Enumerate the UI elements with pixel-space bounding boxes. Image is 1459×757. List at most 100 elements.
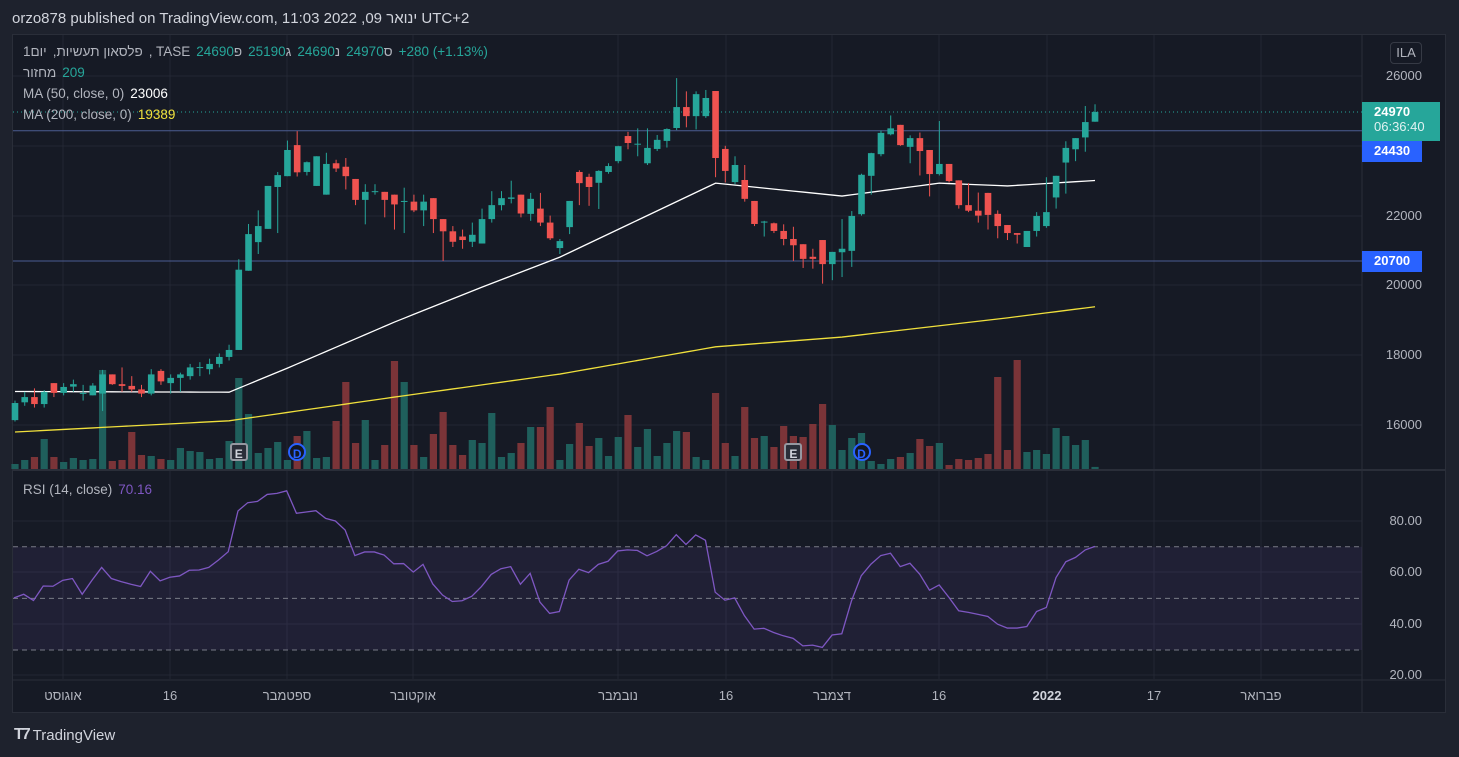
volume-bar	[750, 438, 759, 469]
candle-down	[342, 166, 350, 177]
volume-bar	[527, 427, 535, 469]
chart-canvas[interactable]	[0, 0, 1459, 757]
tradingview-logo[interactable]: T7 TradingView	[14, 726, 115, 744]
volume-bar	[974, 458, 982, 469]
candle-up	[167, 377, 174, 384]
candle-up	[663, 129, 671, 141]
volume-bar	[1013, 360, 1021, 469]
candle-up	[498, 198, 505, 206]
level-tag-24430[interactable]: 24430	[1362, 141, 1422, 162]
ma50-value: 23006	[130, 86, 168, 101]
earnings-marker[interactable]: E	[229, 443, 248, 461]
volume-bar	[215, 458, 223, 469]
candle-up	[1072, 138, 1079, 150]
volume-bar	[449, 445, 457, 469]
volume-bar	[351, 443, 360, 469]
close-label: ס	[383, 44, 393, 59]
level-tag-20700[interactable]: 20700	[1362, 251, 1422, 272]
candle-down	[546, 222, 554, 239]
volume-bar	[556, 460, 564, 469]
volume-bar	[653, 456, 661, 469]
candle-down	[984, 192, 992, 215]
close-value: 24970	[346, 44, 384, 59]
candle-up	[235, 269, 243, 350]
volume-bar	[702, 460, 710, 469]
rsi-tick: 60.00	[1389, 564, 1422, 579]
candle-up	[1082, 122, 1089, 138]
volume-bar	[468, 440, 476, 469]
candle-up	[634, 143, 642, 145]
dividend-marker[interactable]: D	[852, 443, 871, 461]
volume-bar	[896, 457, 905, 469]
volume-bar	[410, 445, 418, 469]
time-label: אוקטובר	[390, 688, 436, 703]
volume-bar	[137, 455, 146, 469]
candle-down	[770, 223, 778, 231]
rsi-tick: 20.00	[1389, 667, 1422, 679]
volume-bar	[926, 446, 934, 469]
time-label: 16	[931, 688, 947, 703]
volume-bar	[371, 460, 379, 469]
candle-up	[196, 367, 204, 369]
candle-up	[1043, 212, 1050, 227]
candle-down	[293, 145, 301, 173]
candle-up	[147, 374, 155, 394]
symbol-legend: 1יום ,פלסאון תעשיות , TASE פ24690 ג25190…	[23, 44, 488, 59]
earnings-marker[interactable]: E	[784, 443, 803, 461]
volume-bar	[157, 459, 165, 469]
volume-bar	[439, 412, 447, 469]
candle-down	[712, 91, 719, 159]
volume-bar	[497, 457, 506, 469]
candle-up	[858, 174, 865, 215]
volume-bar	[711, 393, 720, 469]
time-label: 16	[718, 688, 734, 703]
volume-bar	[906, 453, 914, 469]
volume-bar	[760, 436, 768, 469]
volume-bar	[887, 459, 895, 469]
candle-up	[1062, 147, 1070, 163]
candle-down	[945, 163, 953, 182]
volume-bar	[1033, 450, 1041, 469]
rsi-tick: 40.00	[1389, 616, 1422, 631]
candle-down	[624, 136, 632, 144]
rsi-value: 70.16	[118, 482, 153, 497]
ma50-label[interactable]: MA (50, close, 0)	[23, 86, 124, 101]
candle-up	[303, 162, 311, 172]
candle-up	[1091, 111, 1099, 122]
candle-down	[790, 238, 797, 246]
time-label: 17	[1146, 688, 1162, 703]
ma200-label[interactable]: MA (200, close, 0)	[23, 107, 132, 122]
candle-up	[1052, 175, 1060, 198]
volume-bar	[566, 444, 574, 469]
candle-up	[692, 94, 700, 117]
currency-button[interactable]: ILA	[1390, 42, 1422, 64]
ma200-value: 19389	[137, 107, 176, 122]
last-price: 24970	[1374, 104, 1411, 119]
volume-bar	[741, 407, 749, 469]
candle-up	[70, 384, 77, 387]
candle-up	[760, 221, 768, 223]
candle-down	[517, 194, 525, 214]
volume-label[interactable]: מחזור	[23, 65, 56, 80]
ma50-legend: MA (50, close, 0) 23006	[23, 86, 168, 101]
interval[interactable]: 1יום	[23, 44, 47, 59]
volume-bar	[361, 420, 369, 469]
candle-up	[829, 251, 836, 265]
candle-down	[449, 231, 457, 242]
volume-bar	[283, 460, 292, 469]
volume-bar	[1081, 440, 1089, 469]
candle-up	[644, 147, 651, 164]
rsi-label[interactable]: RSI (14, close)	[23, 482, 112, 497]
candle-up	[177, 374, 184, 378]
volume-bar	[643, 429, 652, 469]
candle-up	[323, 163, 330, 195]
symbol-name[interactable]: ,פלסאון תעשיות	[53, 44, 143, 59]
time-label: דצמבר	[813, 688, 851, 703]
ma200-legend: MA (200, close, 0) 19389	[23, 107, 175, 122]
candle-up	[906, 138, 914, 147]
low-label: נ	[334, 44, 341, 59]
bar-countdown: 06:36:40	[1374, 119, 1425, 134]
candle-up	[614, 146, 622, 162]
volume-value: 209	[62, 65, 85, 80]
candle-up	[731, 164, 739, 183]
